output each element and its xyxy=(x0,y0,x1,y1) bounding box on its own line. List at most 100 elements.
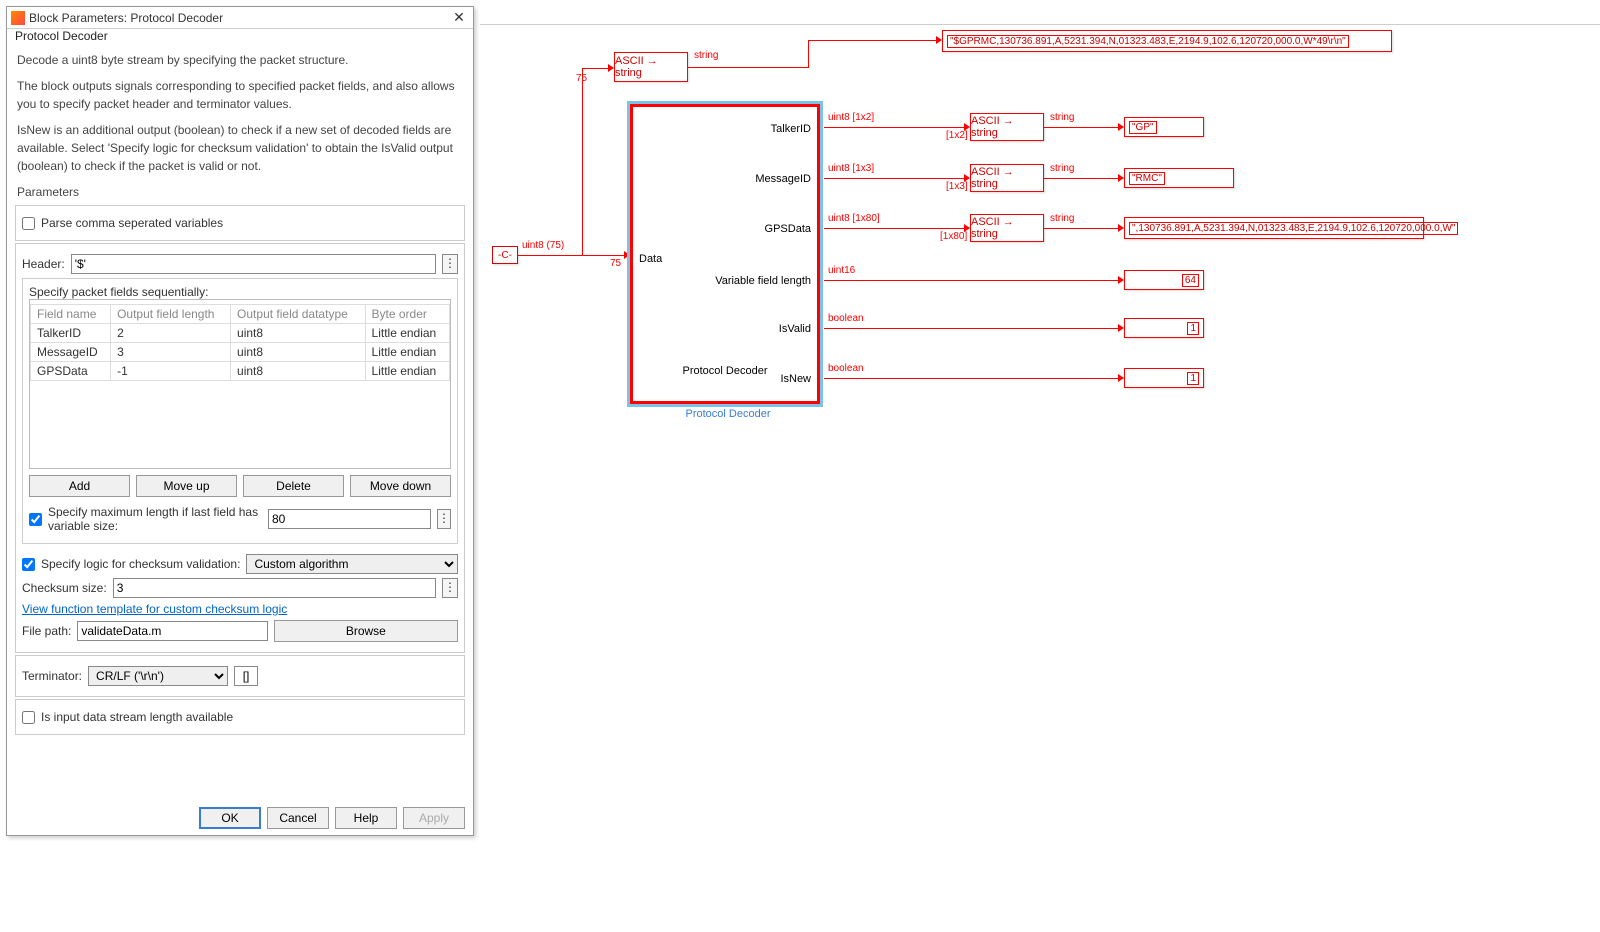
spec-max-more-button[interactable]: ⋮ xyxy=(437,509,451,529)
dim-label-75a: 75 xyxy=(576,73,587,84)
protocol-decoder-block[interactable]: Data TalkerID MessageID GPSData Variable… xyxy=(630,104,820,404)
display-isvalid[interactable]: 1 xyxy=(1124,318,1204,338)
description-1: Decode a uint8 byte stream by specifying… xyxy=(7,47,473,73)
constant-block[interactable]: -C- xyxy=(492,246,518,264)
display-msg[interactable]: "RMC" xyxy=(1124,168,1234,188)
table-row[interactable]: GPSData -1 uint8 Little endian xyxy=(31,362,450,381)
ok-button[interactable]: OK xyxy=(199,807,261,829)
dialog-title: Block Parameters: Protocol Decoder xyxy=(29,11,449,25)
port-gpsdata: GPSData xyxy=(765,223,811,235)
wire xyxy=(1044,228,1118,229)
header-label: Header: xyxy=(22,257,65,271)
terminator-select[interactable]: CR/LF ('\r\n') xyxy=(88,666,228,686)
spec-checksum-checkbox[interactable] xyxy=(22,558,35,571)
stream-len-checkbox[interactable] xyxy=(22,711,35,724)
spec-max-checkbox[interactable] xyxy=(29,513,42,526)
move-up-button[interactable]: Move up xyxy=(136,475,237,497)
sig-varlen: uint16 xyxy=(828,265,855,276)
sig-isvalid: boolean xyxy=(828,313,864,324)
parse-csv-label: Parse comma seperated variables xyxy=(41,216,223,230)
apply-button[interactable]: Apply xyxy=(403,807,465,829)
terminator-extra-input[interactable] xyxy=(234,666,258,686)
help-button[interactable]: Help xyxy=(335,807,397,829)
display-isnew[interactable]: 1 xyxy=(1124,368,1204,388)
table-row[interactable]: MessageID 3 uint8 Little endian xyxy=(31,343,450,362)
wire xyxy=(824,127,964,128)
wire xyxy=(824,378,1118,379)
sig-isnew: boolean xyxy=(828,363,864,374)
sig-gps: uint8 [1x80] xyxy=(828,213,880,224)
ascii-to-string-block[interactable]: ASCII → string xyxy=(970,113,1044,141)
delete-button[interactable]: Delete xyxy=(243,475,344,497)
header-group: Header: ⋮ Specify packet fields sequenti… xyxy=(15,243,465,653)
wire xyxy=(808,40,809,68)
wire xyxy=(824,280,1118,281)
ascii-to-string-block[interactable]: ASCII → string xyxy=(970,164,1044,192)
dim-msg: [1x3] xyxy=(946,181,968,192)
display-varlen[interactable]: 64 xyxy=(1124,270,1204,290)
sig-string: string xyxy=(1050,213,1074,224)
app-icon xyxy=(11,11,25,25)
spec-max-input[interactable] xyxy=(268,509,431,529)
wire xyxy=(518,255,582,256)
parse-csv-checkbox[interactable] xyxy=(22,217,35,230)
sig-string: string xyxy=(1050,112,1074,123)
terminator-label: Terminator: xyxy=(22,669,82,683)
header-more-button[interactable]: ⋮ xyxy=(442,254,458,274)
filepath-input[interactable] xyxy=(77,621,267,641)
checksum-size-input[interactable] xyxy=(113,578,436,598)
move-down-button[interactable]: Move down xyxy=(350,475,451,497)
display-gps[interactable]: ",130736.891,A,5231.394,N,01323.483,E,21… xyxy=(1124,217,1424,239)
wire xyxy=(824,328,1118,329)
display-talker[interactable]: "GP" xyxy=(1124,117,1204,137)
display-full-string[interactable]: "$GPRMC,130736.891,A,5231.394,N,01323.48… xyxy=(942,30,1392,52)
add-button[interactable]: Add xyxy=(29,475,130,497)
port-data: Data xyxy=(639,253,662,265)
browse-button[interactable]: Browse xyxy=(274,620,458,642)
header-input[interactable] xyxy=(71,254,436,274)
spec-checksum-label: Specify logic for checksum validation: xyxy=(41,557,240,571)
description-2: The block outputs signals corresponding … xyxy=(7,73,473,117)
col-byte-order: Byte order xyxy=(365,305,449,324)
col-output-length: Output field length xyxy=(111,305,231,324)
wire xyxy=(688,67,808,68)
tab-protocol-decoder[interactable]: Protocol Decoder xyxy=(15,29,108,43)
port-talkerid: TalkerID xyxy=(771,123,811,135)
dim-gps: [1x80] xyxy=(940,231,967,242)
wire xyxy=(824,178,964,179)
block-name: Protocol Decoder xyxy=(630,408,826,420)
ascii-to-string-block[interactable]: ASCII → string xyxy=(614,52,688,82)
signal-label-string: string xyxy=(694,50,718,61)
col-field-name: Field name xyxy=(31,305,111,324)
wire xyxy=(582,68,583,256)
stream-len-label: Is input data stream length available xyxy=(41,710,233,724)
wire xyxy=(582,255,624,256)
sig-string: string xyxy=(1050,163,1074,174)
stream-len-group: Is input data stream length available xyxy=(15,699,465,735)
spec-max-label: Specify maximum length if last field has… xyxy=(48,505,262,533)
checksum-algo-select[interactable]: Custom algorithm xyxy=(246,554,458,574)
checksum-size-more-button[interactable]: ⋮ xyxy=(442,578,458,598)
packet-fields-group: Specify packet fields sequentially: Fiel… xyxy=(22,278,458,544)
packet-fields-table-wrap: Field name Output field length Output fi… xyxy=(29,299,451,469)
cancel-button[interactable]: Cancel xyxy=(267,807,329,829)
close-icon[interactable]: ✕ xyxy=(449,9,469,26)
wire xyxy=(808,40,936,41)
dialog-footer: OK Cancel Help Apply xyxy=(199,807,465,829)
dim-talker: [1x2] xyxy=(946,130,968,141)
titlebar: Block Parameters: Protocol Decoder ✕ xyxy=(7,7,473,29)
simulink-canvas[interactable]: -C- uint8 (75) 75 75 ASCII → string stri… xyxy=(480,0,1600,932)
view-template-link[interactable]: View function template for custom checks… xyxy=(22,602,287,616)
port-varlen: Variable field length xyxy=(715,275,811,287)
col-output-datatype: Output field datatype xyxy=(231,305,365,324)
port-messageid: MessageID xyxy=(755,173,811,185)
table-row[interactable]: TalkerID 2 uint8 Little endian xyxy=(31,324,450,343)
dim-label-75b: 75 xyxy=(610,258,621,269)
block-parameters-dialog: Block Parameters: Protocol Decoder ✕ Pro… xyxy=(6,6,474,836)
packet-fields-table[interactable]: Field name Output field length Output fi… xyxy=(30,304,450,381)
parse-csv-group: Parse comma seperated variables xyxy=(15,205,465,241)
block-title: Protocol Decoder xyxy=(633,365,817,377)
ascii-to-string-block[interactable]: ASCII → string xyxy=(970,214,1044,242)
sig-msg: uint8 [1x3] xyxy=(828,163,874,174)
terminator-group: Terminator: CR/LF ('\r\n') xyxy=(15,655,465,697)
